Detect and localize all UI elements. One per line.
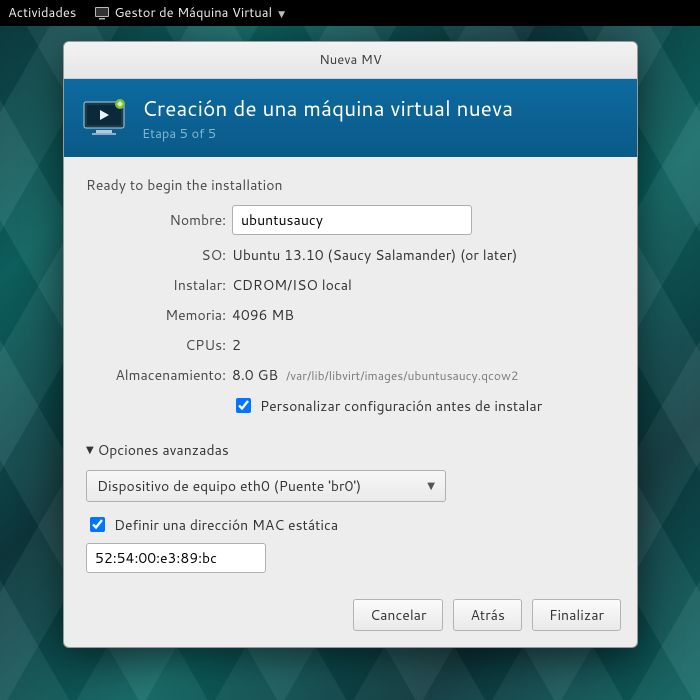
app-menu-label: Gestor de Máquina Virtual: [114, 4, 272, 22]
customize-before-install-checkbox[interactable]: Personalizar configuración antes de inst…: [232, 395, 615, 416]
dialog-banner: Creación de una máquina virtual nueva Et…: [64, 79, 637, 157]
name-input[interactable]: [232, 205, 472, 235]
cancel-button[interactable]: Cancelar: [353, 599, 443, 631]
storage-path: /var/lib/libvirt/images/ubuntusaucy.qcow…: [286, 367, 519, 384]
gnome-topbar: Actividades Gestor de Máquina Virtual ▼: [0, 0, 700, 26]
advanced-options: ▼ Opciones avanzadas Dispositivo de equi…: [86, 440, 615, 573]
storage-size: 8.0 GB: [232, 365, 278, 385]
step-indicator: Etapa 5 of 5: [142, 125, 513, 143]
finish-button[interactable]: Finalizar: [532, 599, 621, 631]
customize-label: Personalizar configuración antes de inst…: [260, 396, 542, 416]
dialog-footer: Cancelar Atrás Finalizar: [64, 589, 637, 647]
triangle-down-icon: ▼: [86, 443, 94, 457]
static-mac-label: Definir una dirección MAC estática: [114, 515, 338, 535]
banner-title: Creación de una máquina virtual nueva: [142, 93, 513, 123]
network-source-combo[interactable]: Dispositivo de equipo eth0 (Puente 'br0'…: [86, 470, 446, 502]
virt-manager-icon: [94, 5, 110, 21]
chevron-down-icon: ▼: [278, 7, 285, 20]
activities-button[interactable]: Actividades: [8, 4, 76, 22]
app-menu[interactable]: Gestor de Máquina Virtual ▼: [94, 4, 285, 22]
chevron-down-icon: ▼: [427, 479, 435, 493]
desktop-background: Actividades Gestor de Máquina Virtual ▼ …: [0, 0, 700, 700]
summary-grid: Nombre: SO: Ubuntu 13.10 (Saucy Salamand…: [86, 205, 615, 416]
static-mac-checkbox[interactable]: Definir una dirección MAC estática: [86, 514, 615, 535]
vm-create-icon: [82, 98, 126, 138]
value-storage: 8.0 GB /var/lib/libvirt/images/ubuntusau…: [232, 365, 615, 385]
label-install: Instalar:: [86, 275, 226, 295]
ready-text: Ready to begin the installation: [86, 175, 615, 195]
advanced-options-toggle[interactable]: ▼ Opciones avanzadas: [86, 440, 615, 460]
advanced-options-label: Opciones avanzadas: [98, 440, 229, 460]
label-storage: Almacenamiento:: [86, 365, 226, 385]
static-mac-checkbox-input[interactable]: [90, 517, 105, 532]
mac-address-input[interactable]: [86, 543, 266, 573]
value-install: CDROM/ISO local: [232, 275, 615, 295]
value-cpus: 2: [232, 335, 615, 355]
customize-checkbox-input[interactable]: [236, 398, 251, 413]
label-memory: Memoria:: [86, 305, 226, 325]
back-button[interactable]: Atrás: [453, 599, 521, 631]
value-os: Ubuntu 13.10 (Saucy Salamander) (or late…: [232, 245, 615, 265]
label-name: Nombre:: [86, 210, 226, 230]
dialog-title: Nueva MV: [319, 51, 382, 69]
dialog-titlebar[interactable]: Nueva MV: [64, 42, 637, 79]
label-os: SO:: [86, 245, 226, 265]
label-cpus: CPUs:: [86, 335, 226, 355]
new-vm-dialog: Nueva MV Creación de una máquina virtual…: [63, 41, 638, 648]
value-memory: 4096 MB: [232, 305, 615, 325]
activities-label: Actividades: [8, 4, 76, 22]
network-combo-value: Dispositivo de equipo eth0 (Puente 'br0'…: [97, 476, 361, 496]
